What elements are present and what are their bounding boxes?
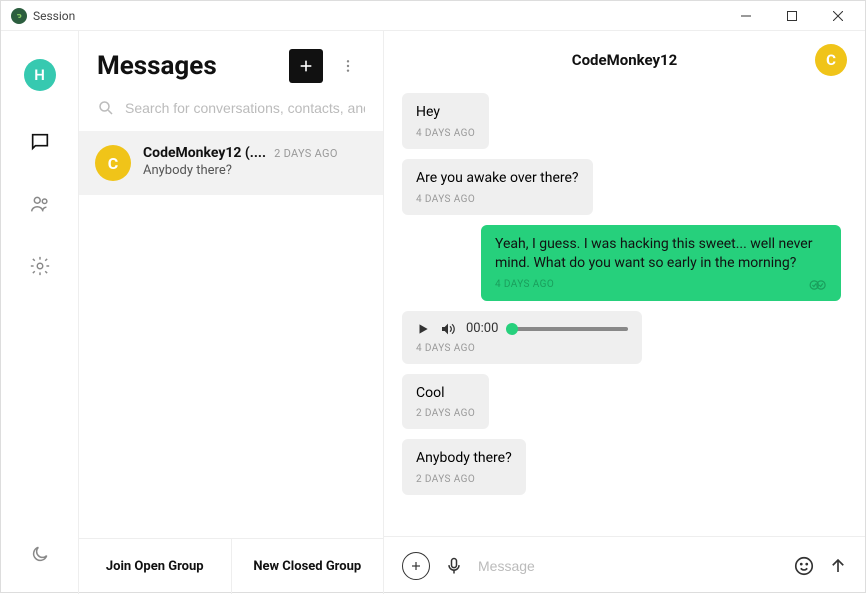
message-row: Anybody there? 2 DAYS AGO [402, 439, 841, 495]
search-icon [97, 99, 125, 117]
composer [384, 536, 865, 594]
emoji-button[interactable] [793, 555, 815, 577]
message-text: Cool [416, 384, 475, 403]
contacts-nav-icon[interactable] [29, 193, 51, 215]
message-time: 4 DAYS AGO [416, 343, 628, 354]
minimize-button[interactable] [723, 1, 769, 31]
conversation-avatar: C [95, 145, 131, 181]
chat-panel: CodeMonkey12 C Hey4 DAYS AGOAre you awak… [384, 31, 865, 594]
more-options-button[interactable] [331, 49, 365, 83]
theme-toggle-icon[interactable] [30, 544, 50, 564]
message-time: 4 DAYS AGO [416, 194, 475, 205]
volume-icon[interactable] [440, 321, 456, 337]
message-time: 4 DAYS AGO [495, 279, 554, 290]
maximize-button[interactable] [769, 1, 815, 31]
audio-message-bubble[interactable]: 00:00 4 DAYS AGO [402, 311, 642, 364]
read-receipt-icon [809, 279, 827, 291]
chat-avatar[interactable]: C [815, 44, 847, 76]
message-bubble[interactable]: Anybody there? 2 DAYS AGO [402, 439, 526, 495]
message-time: 4 DAYS AGO [416, 128, 475, 139]
profile-avatar[interactable]: H [24, 59, 56, 91]
message-bubble[interactable]: Hey 4 DAYS AGO [402, 93, 489, 149]
window-title: Session [33, 9, 75, 23]
conversation-list-panel: Messages C CodeMonkey12 (.... 2 DAYS AGO… [79, 31, 384, 594]
microphone-icon[interactable] [444, 556, 464, 576]
message-bubble[interactable]: Yeah, I guess. I was hacking this sweet.… [481, 225, 841, 301]
new-closed-group-button[interactable]: New Closed Group [232, 539, 384, 594]
attach-button[interactable] [402, 552, 430, 580]
message-input[interactable] [478, 558, 779, 574]
audio-track[interactable] [508, 327, 628, 331]
search-input[interactable] [125, 100, 365, 116]
message-text: Are you awake over there? [416, 169, 579, 188]
message-row: Yeah, I guess. I was hacking this sweet.… [402, 225, 841, 301]
conversation-name: CodeMonkey12 (.... [143, 145, 266, 161]
message-row: Are you awake over there? 4 DAYS AGO [402, 159, 841, 215]
message-time: 2 DAYS AGO [416, 474, 475, 485]
message-row: Cool 2 DAYS AGO [402, 374, 841, 430]
conversation-snippet: Anybody there? [143, 163, 367, 178]
message-bubble[interactable]: Cool 2 DAYS AGO [402, 374, 489, 430]
app-icon [11, 8, 27, 24]
send-button[interactable] [829, 557, 847, 575]
message-bubble[interactable]: Are you awake over there? 4 DAYS AGO [402, 159, 593, 215]
message-text: Anybody there? [416, 449, 512, 468]
close-button[interactable] [815, 1, 861, 31]
titlebar: Session [1, 1, 865, 31]
play-icon[interactable] [416, 322, 430, 336]
settings-nav-icon[interactable] [29, 255, 51, 277]
new-message-button[interactable] [289, 49, 323, 83]
audio-duration: 00:00 [466, 321, 498, 336]
message-text: Yeah, I guess. I was hacking this sweet.… [495, 235, 827, 273]
messages-heading: Messages [97, 51, 289, 81]
chat-title[interactable]: CodeMonkey12 [572, 51, 677, 69]
conversation-time: 2 DAYS AGO [274, 147, 338, 160]
nav-sidebar: H [1, 31, 79, 594]
audio-knob[interactable] [506, 323, 518, 335]
messages-nav-icon[interactable] [29, 131, 51, 153]
join-open-group-button[interactable]: Join Open Group [79, 539, 232, 594]
message-row: Hey 4 DAYS AGO [402, 93, 841, 149]
message-row: 00:00 4 DAYS AGO [402, 311, 841, 364]
message-text: Hey [416, 103, 475, 122]
message-list: Hey 4 DAYS AGO Are you awake over there? 4 … [384, 89, 865, 536]
message-time: 2 DAYS AGO [416, 408, 475, 419]
conversation-item[interactable]: C CodeMonkey12 (.... 2 DAYS AGO Anybody … [79, 131, 383, 195]
